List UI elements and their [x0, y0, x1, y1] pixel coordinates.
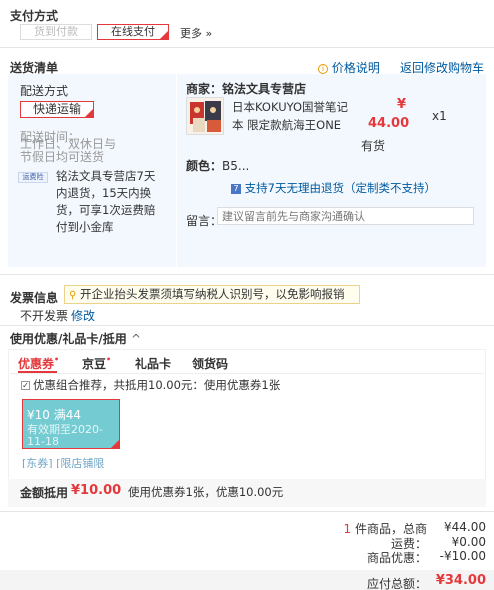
price-symbol: ¥: [397, 97, 407, 112]
more-payment-link[interactable]: 更多 »: [180, 25, 212, 41]
delivery-method-option[interactable]: 快递运输: [20, 101, 94, 118]
selected-corner-icon: [111, 440, 119, 448]
item-label: 件商品，总商: [354, 522, 427, 536]
invoice-warning-text: 开企业抬头发票须填写纳税人识别号，以免影响报销: [79, 287, 345, 301]
coupon-total-label: 金额抵用: [20, 486, 69, 500]
delivery-method-value: 快递运输: [32, 102, 81, 116]
warning-icon: ⚲: [69, 290, 77, 301]
return-policy: 7 支持7天无理由退货（定制类不支持）: [231, 180, 436, 196]
cod-option[interactable]: 货到付款: [20, 24, 92, 40]
shield-icon: 运费险: [22, 173, 44, 181]
delivery-method-title: 配送方式: [20, 84, 69, 98]
pay-total-label: 应付总额：: [366, 577, 427, 590]
color-label: 颜色：: [186, 159, 223, 173]
coupon-total-desc: 使用优惠券1张，优惠10.00元: [128, 485, 284, 499]
cod-label: 货到付款: [34, 25, 78, 38]
combo-recommendation: 优惠组合推荐，共抵用10.00元：使用优惠券1张: [33, 378, 281, 392]
coupons-toggle[interactable]: 使用优惠/礼品卡/抵用 ^: [10, 330, 141, 347]
pay-total-value: ¥34.00: [435, 573, 486, 588]
selected-corner-icon: [85, 109, 93, 117]
coupons-title: 使用优惠/礼品卡/抵用: [10, 332, 127, 346]
tabs-divider: [10, 373, 484, 374]
delivery-time-value: 工作日、双休日与 节假日均可送货: [20, 137, 117, 164]
payment-title: 支付方式: [10, 9, 59, 23]
merchant-row: 商家：铭法文具专营店: [186, 80, 306, 97]
coupon-total-value: ¥10.00: [71, 483, 122, 498]
price-note-label: 价格说明: [331, 61, 380, 75]
divider: [0, 47, 494, 48]
invoice-edit-link[interactable]: 修改: [71, 307, 95, 324]
product-quantity: x1: [432, 109, 447, 123]
invoice-title: 发票信息: [10, 291, 59, 305]
divider: [0, 511, 494, 512]
goods-total-value: ¥44.00: [444, 520, 486, 534]
discount-value: -¥10.00: [439, 549, 486, 563]
coupon-amount: ¥10 满44: [27, 408, 81, 422]
online-pay-option[interactable]: 在线支付: [97, 24, 169, 40]
item-count: 1: [343, 522, 352, 536]
combo-checkbox[interactable]: ✓: [21, 381, 30, 390]
stock-status: 有货: [361, 139, 386, 153]
product-thumbnail-icon: [187, 98, 223, 134]
invoice-status: 不开发票: [20, 309, 69, 323]
tab-jingdou[interactable]: 京豆•: [82, 355, 111, 372]
message-input[interactable]: [217, 207, 474, 225]
invoice-warning: ⚲ 开企业抬头发票须填写纳税人识别号，以免影响报销: [64, 285, 360, 304]
divider: [0, 325, 494, 326]
selected-corner-icon: [160, 31, 168, 39]
coupon-validity: 有效期至2020- 11-18: [27, 423, 103, 448]
tab-gift-card[interactable]: 礼品卡: [135, 355, 171, 372]
return-policy-icon: 7: [231, 183, 241, 194]
merchant-label: 商家：: [186, 82, 223, 96]
freight-insurance-badge: 运费险: [18, 172, 48, 183]
tab-coupons[interactable]: 优惠券•: [18, 355, 59, 372]
coupon-card[interactable]: ¥10 满44 有效期至2020- 11-18: [22, 399, 120, 449]
online-pay-label: 在线支付: [111, 25, 155, 38]
divider: [0, 274, 494, 275]
color-row: 颜色：B5...: [186, 157, 249, 174]
info-icon: i: [318, 63, 328, 74]
product-image[interactable]: [186, 97, 224, 135]
column-divider: [176, 74, 177, 267]
chevron-up-icon: ^: [130, 332, 142, 346]
freight-value: ¥0.00: [451, 535, 486, 549]
tab-dot-icon: •: [106, 355, 112, 364]
tab-redeem-code[interactable]: 领货码: [192, 355, 228, 372]
service-description: 铭法文具专营店7天 内退货，15天内换 货，可享1次运费赔 付到小金库: [56, 169, 156, 234]
tab-dot-icon: •: [54, 355, 60, 364]
color-value: B5...: [222, 159, 250, 173]
discount-label: 商品优惠：: [366, 551, 427, 565]
merchant-name: 铭法文具专营店: [222, 82, 307, 96]
coupon-tag: [东券] [限店铺限: [22, 457, 105, 468]
product-price: 44.00: [368, 116, 410, 131]
return-policy-text: 支持7天无理由退货（定制类不支持）: [244, 181, 436, 195]
product-title-link[interactable]: 日本KOKUYO国誉笔记 本 限定款航海王ONE: [232, 98, 348, 134]
